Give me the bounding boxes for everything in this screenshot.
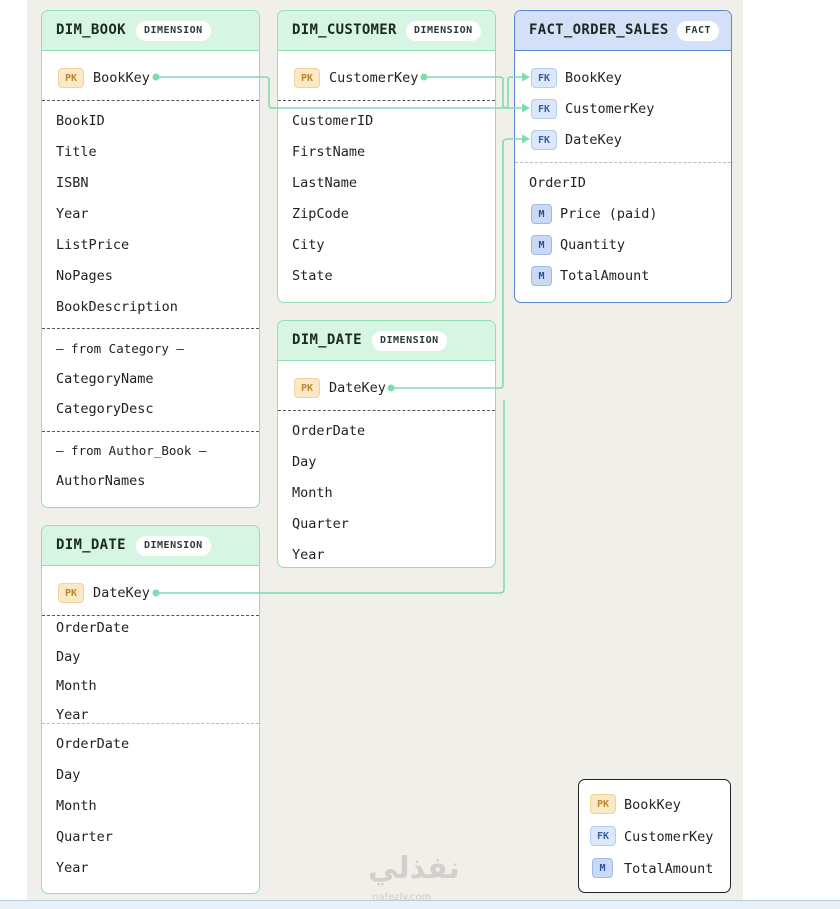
field: Year <box>56 707 89 723</box>
field: Month <box>56 798 97 814</box>
field: BookID <box>56 113 105 129</box>
fk-field: BookKey <box>565 70 622 86</box>
dimension-badge: DIMENSION <box>406 21 481 41</box>
key-divider <box>42 100 259 101</box>
field: ISBN <box>56 175 89 191</box>
field: Month <box>56 678 97 694</box>
field: FirstName <box>292 144 366 160</box>
field: Year <box>56 206 89 222</box>
dimension-badge: DIMENSION <box>136 536 211 556</box>
watermark-logo: نفذلي <box>368 851 460 886</box>
field: Month <box>292 485 333 501</box>
field: ZipCode <box>292 206 349 222</box>
table-fact-order-sales: FACT_ORDER_SALES FACT FK BookKey FK Cust… <box>514 10 732 303</box>
legend-label: CustomerKey <box>624 829 714 845</box>
key-divider <box>515 162 731 163</box>
dimension-badge: DIMENSION <box>372 331 447 351</box>
field: State <box>292 268 333 284</box>
field: Title <box>56 144 97 160</box>
key-field: DateKey <box>329 380 386 396</box>
field: Quarter <box>292 516 349 532</box>
field: CategoryDesc <box>56 401 154 417</box>
field: AuthorNames <box>56 473 146 489</box>
section-label: — from Category — <box>56 341 184 356</box>
key-divider <box>42 615 259 616</box>
measure-icon: M <box>531 204 552 224</box>
table-header: DIM_CUSTOMER DIMENSION <box>278 11 495 51</box>
section-divider <box>42 431 259 432</box>
legend-label: TotalAmount <box>624 861 714 877</box>
dimension-badge: DIMENSION <box>136 21 211 41</box>
field: CustomerID <box>292 113 374 129</box>
fk-icon: FK <box>531 99 557 119</box>
table-name: DIM_DATE <box>56 537 126 553</box>
table-dim-customer: DIM_CUSTOMER DIMENSION PK CustomerKey Cu… <box>277 10 496 303</box>
key-field: BookKey <box>93 70 150 86</box>
table-header: FACT_ORDER_SALES FACT <box>515 11 731 51</box>
fk-icon: FK <box>531 130 557 150</box>
pk-icon: PK <box>58 68 84 88</box>
measure-field: Quantity <box>560 237 626 253</box>
field: NoPages <box>56 268 113 284</box>
key-divider <box>278 410 495 411</box>
field: CategoryName <box>56 371 154 387</box>
field: ListPrice <box>56 237 130 253</box>
table-name: DIM_DATE <box>292 332 362 348</box>
field: OrderDate <box>56 620 130 636</box>
fk-field: DateKey <box>565 132 622 148</box>
field: Year <box>56 860 89 876</box>
field: Quarter <box>56 829 113 845</box>
table-dim-book: DIM_BOOK DIMENSION PK BookKey BookID Tit… <box>41 10 260 508</box>
pk-icon: PK <box>294 378 320 398</box>
key-field: DateKey <box>93 585 150 601</box>
field: City <box>292 237 325 253</box>
field: Day <box>292 454 317 470</box>
fk-icon: FK <box>531 68 557 88</box>
field: OrderDate <box>56 736 130 752</box>
section-divider <box>42 723 259 724</box>
key-field: CustomerKey <box>329 70 419 86</box>
field: BookDescription <box>56 299 178 315</box>
section-divider <box>42 328 259 329</box>
pk-icon: PK <box>294 68 320 88</box>
fk-icon: FK <box>590 826 616 846</box>
table-header: DIM_DATE DIMENSION <box>278 321 495 361</box>
field: OrderDate <box>292 423 366 439</box>
table-dim-date: DIM_DATE DIMENSION PK DateKey OrderDate … <box>277 320 496 568</box>
field: Year <box>292 547 325 563</box>
fk-field: CustomerKey <box>565 101 655 117</box>
field: Day <box>56 649 81 665</box>
table-name: DIM_CUSTOMER <box>292 22 397 38</box>
section-label: — from Author_Book — <box>56 443 207 458</box>
measure-icon: M <box>531 266 552 286</box>
measure-field: Price (paid) <box>560 206 658 222</box>
legend-label: BookKey <box>624 797 681 813</box>
table-dim-date-duplicate: DIM_DATE DIMENSION PK DateKey OrderDate … <box>41 525 260 894</box>
measure-icon: M <box>531 235 552 255</box>
field: LastName <box>292 175 358 191</box>
table-name: DIM_BOOK <box>56 22 126 38</box>
table-header: DIM_DATE DIMENSION <box>42 526 259 566</box>
table-name: FACT_ORDER_SALES <box>529 22 669 38</box>
measure-icon: M <box>592 858 613 878</box>
pk-icon: PK <box>590 794 616 814</box>
fact-badge: FACT <box>677 21 720 41</box>
table-header: DIM_BOOK DIMENSION <box>42 11 259 51</box>
field: OrderID <box>529 175 586 191</box>
legend: PK BookKey FK CustomerKey M TotalAmount <box>578 779 731 893</box>
measure-field: TotalAmount <box>560 268 650 284</box>
pk-icon: PK <box>58 583 84 603</box>
field: Day <box>56 767 81 783</box>
key-divider <box>278 100 495 101</box>
